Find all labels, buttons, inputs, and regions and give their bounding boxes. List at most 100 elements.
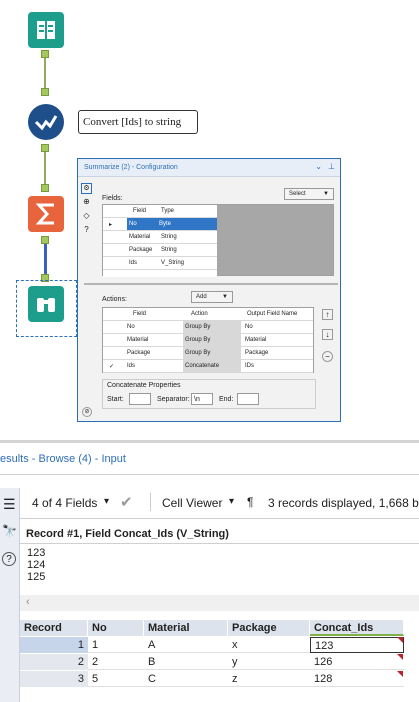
move-down-icon[interactable]: ↓ (322, 329, 333, 340)
actions-cell: No (245, 324, 253, 330)
actions-cell: Ids (127, 363, 136, 369)
actions-cell: Package (127, 350, 151, 356)
separator-label: Separator: (157, 396, 190, 403)
config-title: Summarize (2) - Configuration (84, 164, 178, 171)
gear-icon[interactable]: ⚙ (81, 183, 92, 194)
column-header[interactable]: Record (20, 620, 88, 636)
record-number: 2 (20, 654, 88, 670)
table-cell: 2 (92, 656, 99, 668)
actions-cell: No (127, 324, 135, 330)
actions-grid: Field Action Output Field Name No Group … (102, 307, 314, 373)
formula-tool-icon[interactable] (28, 104, 64, 140)
results-title: esults - Browse (4) - Input (0, 453, 126, 465)
fields-cell: String (161, 234, 177, 240)
chevron-down-icon[interactable]: ▾ (229, 496, 234, 507)
table-row[interactable]: 2 2 B y 126 (20, 654, 404, 670)
record-number: 3 (20, 671, 88, 687)
truncation-marker-icon (397, 671, 403, 677)
records-info: 3 records displayed, 1,668 by (268, 496, 419, 510)
actions-header-field: Field (133, 311, 147, 317)
output-anchor (41, 50, 49, 58)
table-cell: 1 (92, 639, 99, 651)
input-tool-icon[interactable] (28, 12, 64, 48)
record-line: 125 (27, 571, 46, 583)
column-header[interactable]: Concat_Ids (310, 620, 404, 636)
remove-icon[interactable]: − (322, 351, 333, 362)
fields-cell: Ids (129, 260, 138, 266)
column-header[interactable]: Material (144, 620, 228, 636)
table-cell: x (232, 639, 238, 651)
add-label: Add (196, 294, 207, 300)
help-icon[interactable]: ? (81, 225, 92, 236)
horizontal-scrollbar[interactable]: ‹ (20, 595, 419, 611)
list-icon[interactable]: ☰ (3, 496, 16, 513)
tool-annotation: Convert [Ids] to string (78, 110, 198, 134)
start-label: Start: (107, 396, 124, 403)
table-cell: z (232, 673, 238, 685)
splitter[interactable] (84, 283, 338, 285)
help-icon[interactable]: ? (2, 552, 16, 566)
target-icon[interactable]: ⊕ (81, 197, 92, 208)
pane-divider[interactable] (0, 440, 419, 443)
actions-row[interactable]: Package Group By Package (103, 347, 313, 360)
separator-input[interactable]: \n (191, 393, 213, 405)
output-anchor (41, 236, 49, 244)
fields-header-type: Type (161, 208, 175, 214)
truncation-marker-icon (397, 654, 403, 660)
actions-cell: Material (245, 337, 267, 343)
binoculars-icon[interactable]: 🔭 (2, 524, 17, 538)
checkmark-icon: ✓ (109, 364, 115, 370)
fields-row[interactable]: Ids V_String (103, 257, 217, 270)
selected-cell[interactable]: 123 (310, 637, 404, 653)
actions-action-select[interactable]: Group By (183, 321, 241, 333)
actions-row[interactable]: Material Group By Material (103, 334, 313, 347)
fields-row[interactable]: Package String (103, 244, 217, 257)
move-up-icon[interactable]: ↑ (322, 309, 333, 320)
dropdown-icon[interactable]: ⌄ (315, 162, 322, 171)
add-dropdown[interactable]: Add ▼ (191, 291, 233, 303)
chevron-down-icon[interactable]: ▾ (104, 496, 109, 507)
toolbar-separator (150, 493, 151, 511)
actions-action-select[interactable]: Group By (183, 334, 241, 346)
actions-header-output: Output Field Name (247, 311, 298, 317)
actions-action-select[interactable]: Group By (183, 347, 241, 359)
table-row[interactable]: 1 1 A x 123 (20, 637, 404, 653)
fields-row[interactable]: ▸ No Byte (103, 218, 217, 231)
checkmark-icon[interactable]: ✔ (120, 493, 133, 511)
actions-row[interactable]: ✓ Ids Concatenate IDs (103, 360, 313, 373)
end-input[interactable] (237, 393, 259, 405)
table-row[interactable]: 3 5 C z 128 (20, 671, 404, 687)
results-sidebar: ☰ 🔭 ? (0, 488, 20, 702)
record-title: Record #1, Field Concat_Ids (V_String) (26, 528, 229, 540)
actions-row[interactable]: No Group By No (103, 321, 313, 334)
connection-line (44, 152, 46, 188)
record-line: 124 (27, 559, 46, 571)
results-table: Record No Material Package Concat_Ids 1 … (20, 620, 419, 687)
table-cell: 128 (314, 673, 333, 685)
record-value-area: 123 124 125 ‹ (20, 543, 419, 611)
table-cell: 126 (314, 656, 333, 668)
fields-row[interactable]: Material String (103, 231, 217, 244)
fields-cell: String (161, 247, 177, 253)
results-toolbar: 4 of 4 Fields ▾ ✔ Cell Viewer ▾ ¶ 3 reco… (22, 488, 419, 518)
column-header[interactable]: Package (228, 620, 310, 636)
chevron-left-icon[interactable]: ‹ (26, 596, 30, 608)
paragraph-icon[interactable]: ¶ (247, 495, 253, 509)
start-input[interactable] (129, 393, 151, 405)
table-cell: C (148, 673, 156, 685)
cell-viewer-dropdown[interactable]: Cell Viewer (162, 496, 222, 510)
tag-icon[interactable]: ◇ (81, 211, 92, 222)
fields-header-field: Field (133, 208, 147, 214)
pin-icon[interactable]: ⊥ (328, 162, 335, 171)
column-header[interactable]: No (88, 620, 144, 636)
actions-label: Actions: (102, 296, 127, 303)
table-cell: A (148, 639, 156, 651)
table-header-row: Record No Material Package Concat_Ids (20, 620, 419, 636)
summarize-tool-icon[interactable] (28, 196, 64, 232)
table-cell: B (148, 656, 156, 668)
browse-tool-icon[interactable] (28, 286, 64, 322)
fields-header-row: Field Type (103, 205, 217, 218)
select-dropdown[interactable]: Select ▼ (284, 188, 334, 200)
actions-action-select[interactable]: Concatenate (183, 360, 241, 372)
fields-count-dropdown[interactable]: 4 of 4 Fields (32, 496, 97, 510)
